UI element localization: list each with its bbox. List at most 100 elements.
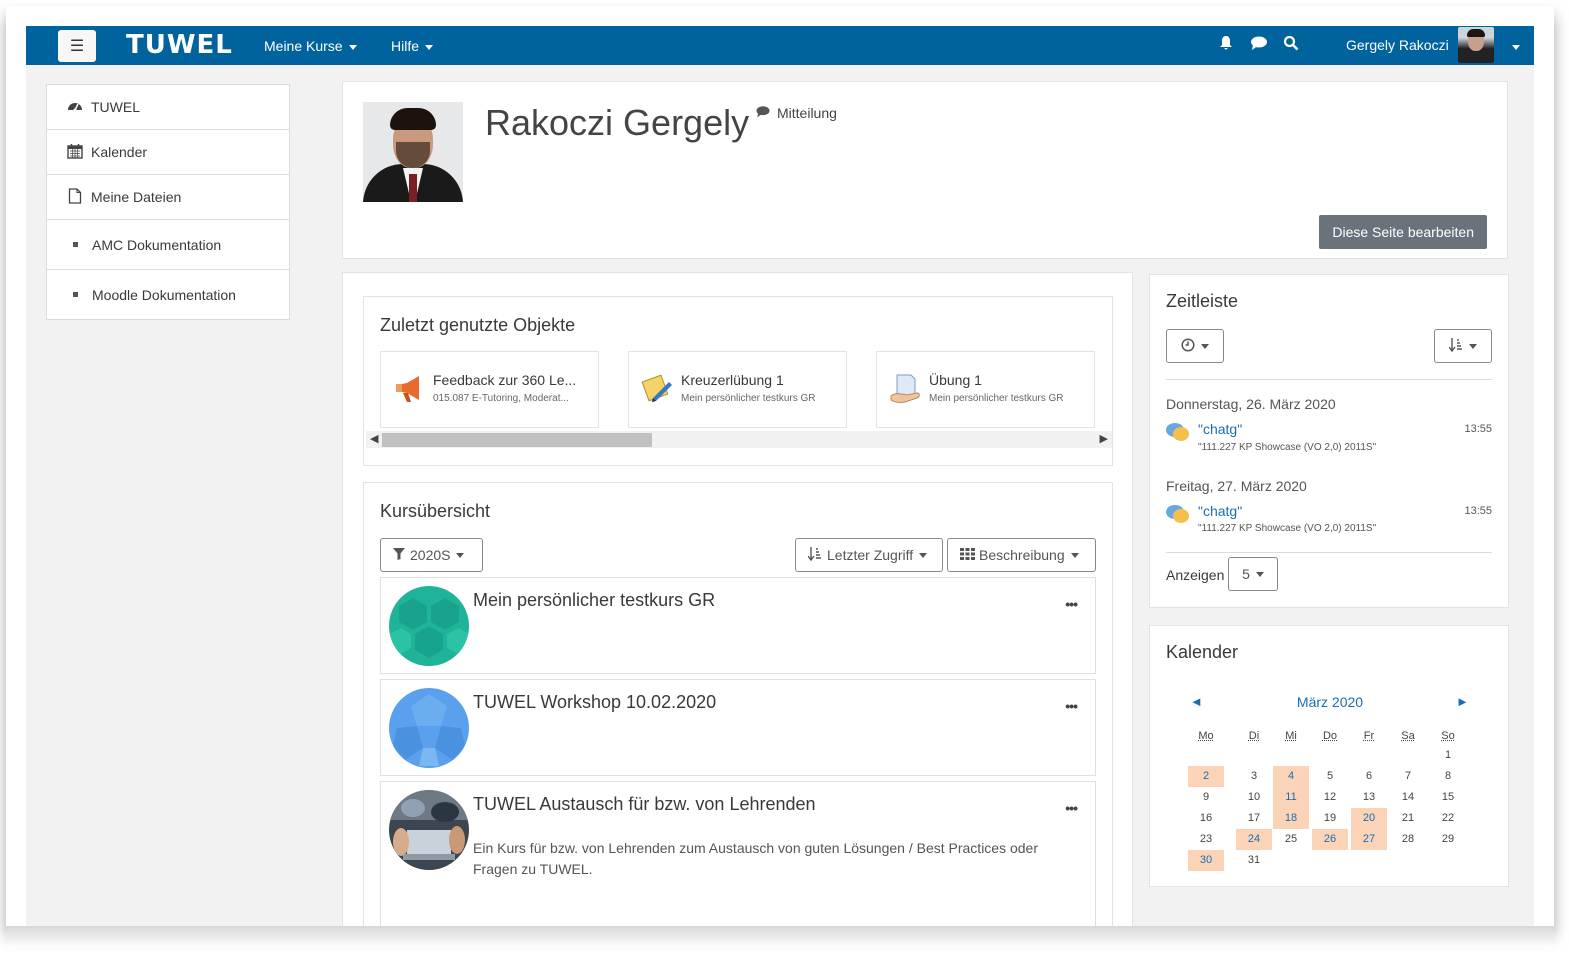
nav-meine-kurse[interactable]: Meine Kurse [264,38,357,54]
course-view-dropdown[interactable]: Beschreibung [947,538,1096,572]
bell-icon[interactable] [1218,35,1234,56]
recent-item[interactable]: Übung 1 Mein persönlicher testkurs GR [876,351,1095,428]
timeline-event-link[interactable]: "chatg" [1198,503,1242,519]
chat-activity-icon [1166,503,1190,525]
calendar-day: 15 [1441,791,1455,803]
course-menu-icon[interactable]: ••• [1065,596,1078,612]
sort-icon [1448,337,1463,355]
page-title: Rakoczi Gergely [485,102,750,143]
calendar-day: 14 [1401,791,1415,803]
megaphone-icon [393,372,427,406]
show-count-dropdown[interactable]: 5 [1228,557,1278,591]
calendar-day[interactable]: 30 [1188,850,1224,871]
calendar-weekday: So [1441,730,1455,742]
grid-icon [960,547,975,563]
sidebar-item-meine-dateien[interactable]: Meine Dateien [46,174,290,220]
search-icon[interactable] [1283,35,1299,56]
sort-icon [807,546,822,564]
user-name[interactable]: Gergely Rakoczi [1346,37,1449,53]
sidebar-item-amc-dokumentation[interactable]: AMC Dokumentation [46,219,290,270]
bullet-icon [73,292,78,297]
calendar-day[interactable]: 2 [1188,766,1224,787]
calendar-day: 29 [1441,833,1455,845]
horizontal-scrollbar[interactable]: ◀ ▶ [366,431,1112,448]
hamburger-icon[interactable]: ☰ [58,30,96,62]
message-link[interactable]: Mitteilung [755,105,837,121]
course-overview-block: Kursübersicht 2020S Letzter Zugriff Besc… [363,482,1113,926]
nav-hilfe[interactable]: Hilfe [391,38,434,54]
recent-item[interactable]: Feedback zur 360 Le... 015.087 E-Tutorin… [380,351,599,428]
recent-item[interactable]: Kreuzerlübung 1 Mein persönlicher testku… [628,351,847,428]
calendar-next-icon[interactable]: ► [1456,694,1469,709]
chevron-down-icon [1201,343,1209,349]
sidebar-item-label: TUWEL [91,99,140,115]
calendar-title: Kalender [1166,642,1239,662]
course-image [389,790,469,870]
course-filter-value: 2020S [410,547,451,563]
course-card[interactable]: TUWEL Workshop 10.02.2020 ••• [380,679,1096,776]
chat-icon[interactable] [1250,35,1268,56]
chat-icon [755,105,771,121]
user-menu-toggle[interactable] [1506,38,1520,54]
calendar-day: 12 [1323,791,1337,803]
calendar-day: 25 [1284,833,1298,845]
course-sort-dropdown[interactable]: Letzter Zugriff [795,538,943,572]
calendar-weekday: Fr [1363,730,1375,742]
timeline-event-time: 13:55 [1464,505,1492,517]
calendar-day[interactable]: 20 [1351,808,1387,829]
calendar-day[interactable]: 26 [1312,829,1348,850]
course-name[interactable]: Mein persönlicher testkurs GR [473,590,715,611]
course-overview-title: Kursübersicht [380,501,491,521]
timeline-title: Zeitleiste [1166,291,1239,311]
course-filter-dropdown[interactable]: 2020S [380,538,483,572]
avatar[interactable] [1458,27,1494,63]
timeline-day: Freitag, 27. März 2020 [1166,478,1307,494]
scroll-left-icon[interactable]: ◀ [370,432,378,445]
calendar-day[interactable]: 27 [1351,829,1387,850]
calendar-day[interactable]: 18 [1273,808,1309,829]
tuwel-logo[interactable]: TUWEL [126,30,233,60]
calendar-day[interactable]: 4 [1273,766,1309,787]
calendar-day: 1 [1444,749,1452,761]
profile-picture [363,102,463,202]
calendar-weekday: Mo [1198,730,1214,742]
timeline-day: Donnerstag, 26. März 2020 [1166,396,1336,412]
main-content: Rakoczi Gergely Mitteilung Diese Seite b… [309,65,1534,926]
edit-page-button[interactable]: Diese Seite bearbeiten [1319,215,1487,249]
sidebar-item-tuwel[interactable]: TUWEL [46,84,290,130]
page-shadow [6,926,1554,948]
calendar-day: 13 [1362,791,1376,803]
course-name[interactable]: TUWEL Workshop 10.02.2020 [473,692,716,713]
scroll-right-icon[interactable]: ▶ [1100,432,1108,445]
recent-items-title: Zuletzt genutzte Objekte [380,315,576,335]
course-menu-icon[interactable]: ••• [1065,800,1078,816]
timeline-event-link[interactable]: "chatg" [1198,421,1242,437]
course-name[interactable]: TUWEL Austausch für bzw. von Lehrenden [473,794,816,815]
sidebar-item-kalender[interactable]: Kalender [46,129,290,175]
timeline-event-course: "111.227 KP Showcase (VO 2,0) 2011S" [1198,523,1377,534]
course-image [389,688,469,768]
calendar-day: 21 [1401,812,1415,824]
calendar-day[interactable]: 24 [1236,829,1272,850]
file-icon [67,187,83,207]
calendar-day[interactable]: 11 [1273,787,1309,808]
sidebar-item-moodle-dokumentation[interactable]: Moodle Dokumentation [46,269,290,320]
calendar-day: 8 [1444,770,1452,782]
sidebar-nav: TUWEL Kalender Meine Dateien AMC Dokumen… [46,84,290,320]
course-card[interactable]: TUWEL Austausch für bzw. von Lehrenden •… [380,781,1096,926]
course-menu-icon[interactable]: ••• [1065,698,1078,714]
calendar-day: 28 [1401,833,1415,845]
timeline-event-time: 13:55 [1464,423,1492,435]
course-card[interactable]: Mein persönlicher testkurs GR ••• [380,577,1096,674]
timeline-filter-dropdown[interactable] [1166,329,1224,363]
course-image [389,586,469,666]
recent-item-subtitle: Mein persönlicher testkurs GR [681,393,816,404]
chevron-down-icon [348,44,357,50]
calendar-day: 22 [1441,812,1455,824]
course-sort-value: Letzter Zugriff [827,547,914,563]
chevron-down-icon [1469,343,1477,349]
divider [1166,552,1492,553]
recent-item-title: Feedback zur 360 Le... [433,372,577,388]
timeline-sort-dropdown[interactable] [1434,329,1492,363]
scrollbar-thumb[interactable] [382,433,652,447]
